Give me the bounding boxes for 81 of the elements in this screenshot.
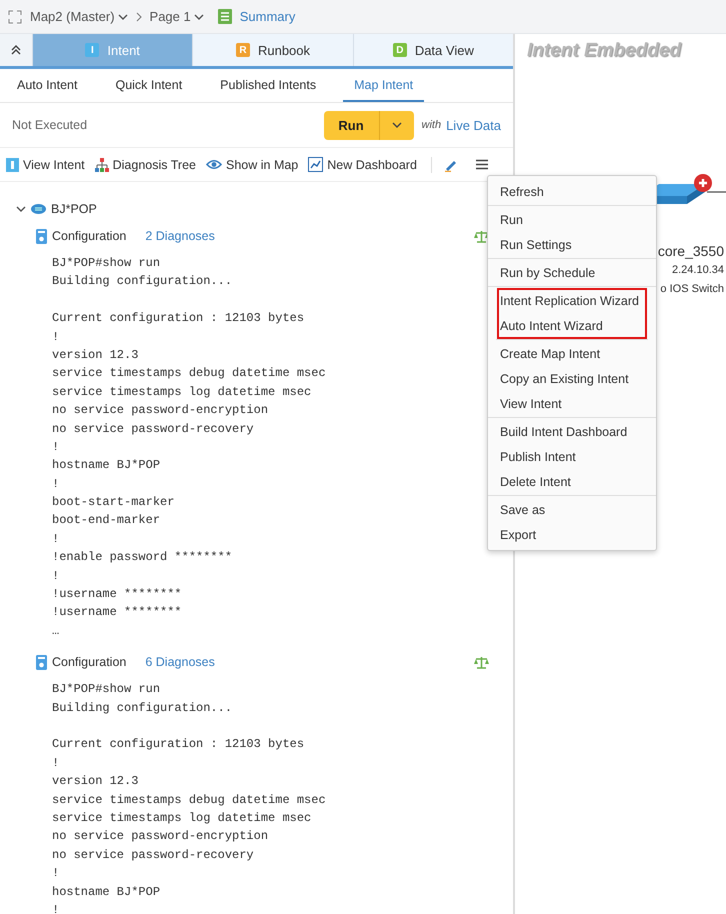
- double-chevron-up-icon: [10, 45, 22, 55]
- summary-link[interactable]: Summary: [240, 9, 296, 24]
- device-icon: [31, 204, 46, 214]
- page-breadcrumb[interactable]: Page 1: [150, 9, 204, 24]
- tab-letter-icon: I: [85, 43, 100, 57]
- code-line: !: [52, 754, 60, 772]
- device-ip: 2.24.10.34: [671, 263, 724, 278]
- code-line: !username ********: [52, 604, 183, 622]
- scale-icon[interactable]: [474, 230, 489, 242]
- summary-icon: [218, 9, 232, 24]
- menu-item[interactable]: Save as: [488, 497, 656, 522]
- code-line: Building configuration...: [52, 700, 234, 717]
- device-name[interactable]: BJ*POP: [51, 202, 97, 216]
- panel-tab[interactable]: D Data View: [352, 34, 513, 66]
- expand-icon[interactable]: [8, 10, 22, 24]
- diagnoses-link[interactable]: 6 Diagnoses: [145, 655, 469, 670]
- live-data-link[interactable]: Live Data: [446, 118, 501, 132]
- toolbar-button[interactable]: Diagnosis Tree: [92, 158, 198, 172]
- config-icon: [36, 228, 47, 244]
- watermark-text: Intent Embedded: [527, 40, 682, 62]
- eye-icon: [206, 159, 222, 170]
- menu-item[interactable]: Publish Intent: [488, 444, 656, 469]
- menu-item[interactable]: Run by Schedule: [488, 260, 656, 285]
- device-label: core_3550: [658, 242, 724, 261]
- toolbar-button[interactable]: View Intent: [4, 158, 87, 172]
- device-type: o IOS Switch: [659, 282, 724, 297]
- code-line: !username ********: [52, 586, 183, 604]
- code-line: !: [52, 865, 60, 882]
- menu-item[interactable]: Refresh: [488, 179, 656, 204]
- menu-item[interactable]: Create Map Intent: [488, 341, 656, 366]
- menu-item[interactable]: Delete Intent: [488, 469, 656, 494]
- tab-letter-icon: D: [392, 43, 407, 57]
- code-line: service timestamps log datetime msec: [52, 384, 312, 401]
- menu-item[interactable]: View Intent: [488, 391, 656, 416]
- code-line: BJ*POP#show run: [52, 681, 162, 698]
- status-text: Not Executed: [12, 118, 88, 132]
- code-line: no service password-recovery: [52, 846, 255, 864]
- panel-tab[interactable]: R Runbook: [192, 34, 353, 66]
- menu-item[interactable]: Build Intent Dashboard: [488, 419, 656, 444]
- code-line: hostname BJ*POP: [52, 884, 162, 900]
- menu-item[interactable]: Run: [488, 207, 656, 232]
- sub-tab[interactable]: Quick Intent: [104, 69, 194, 102]
- code-line: service timestamps log datetime msec: [52, 810, 312, 827]
- chevron-down-icon: [392, 122, 402, 128]
- code-line: …: [52, 622, 60, 640]
- code-line: !: [52, 328, 60, 346]
- code-line: version 12.3: [52, 773, 140, 790]
- code-line: boot-end-marker: [52, 512, 162, 530]
- code-line: !: [52, 438, 60, 456]
- tab-letter-icon: R: [236, 43, 250, 57]
- code-line: !enable password ********: [52, 549, 234, 566]
- code-line: no service password-encryption: [52, 828, 270, 846]
- code-line: service timestamps debug datetime msec: [52, 792, 327, 809]
- sub-tab[interactable]: Auto Intent: [6, 69, 88, 102]
- section-title[interactable]: Configuration: [52, 655, 126, 670]
- chevron-down-icon[interactable]: [194, 12, 204, 20]
- chevron-down-icon[interactable]: [118, 12, 128, 20]
- menu-item[interactable]: Run Settings: [488, 232, 656, 257]
- tree-icon: [94, 158, 109, 172]
- menu-item[interactable]: Copy an Existing Intent: [488, 366, 656, 391]
- with-label: with: [422, 119, 442, 131]
- intent-icon: [6, 158, 19, 172]
- toolbar-button[interactable]: Show in Map: [204, 158, 300, 172]
- chevron-right-icon: [136, 12, 142, 22]
- code-line: !: [52, 902, 60, 914]
- menu-icon[interactable]: [476, 159, 488, 170]
- code-line: BJ*POP#show run: [52, 255, 162, 272]
- sub-tab[interactable]: Map Intent: [343, 69, 424, 102]
- chart-icon: [308, 157, 324, 172]
- section-title[interactable]: Configuration: [52, 229, 126, 243]
- expand-toggle-icon[interactable]: [16, 205, 26, 213]
- config-icon: [36, 654, 47, 670]
- collapse-button[interactable]: [0, 34, 32, 66]
- map-breadcrumb[interactable]: Map2 (Master): [30, 9, 128, 24]
- menu-item[interactable]: Export: [488, 522, 656, 547]
- code-line: !: [52, 568, 60, 585]
- code-line: Current configuration : 12103 bytes: [52, 736, 306, 754]
- toolbar-button[interactable]: New Dashboard: [306, 157, 419, 172]
- sub-tab[interactable]: Published Intents: [209, 69, 328, 102]
- scale-icon[interactable]: [474, 656, 489, 669]
- diagnoses-link[interactable]: 2 Diagnoses: [145, 229, 469, 243]
